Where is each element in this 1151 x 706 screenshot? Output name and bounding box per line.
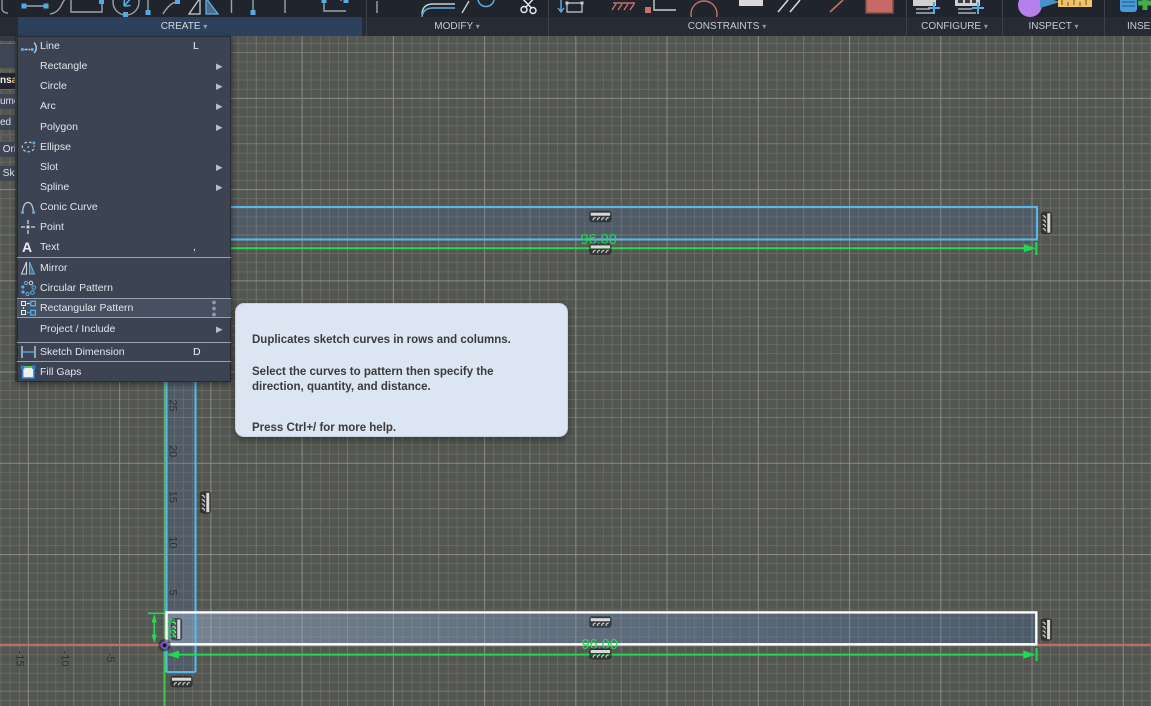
svg-text:A: A: [22, 239, 32, 255]
svg-text:8.50: 8.50: [165, 618, 176, 638]
svg-text:25: 25: [167, 399, 179, 411]
svg-text:-15: -15: [14, 651, 26, 667]
svg-text:20: 20: [167, 445, 179, 457]
svg-text:5: 5: [167, 589, 179, 595]
svg-text:10: 10: [167, 536, 179, 548]
svg-text:-5: -5: [104, 653, 116, 663]
svg-text:15: 15: [167, 491, 179, 503]
svg-text:-10: -10: [59, 651, 71, 667]
